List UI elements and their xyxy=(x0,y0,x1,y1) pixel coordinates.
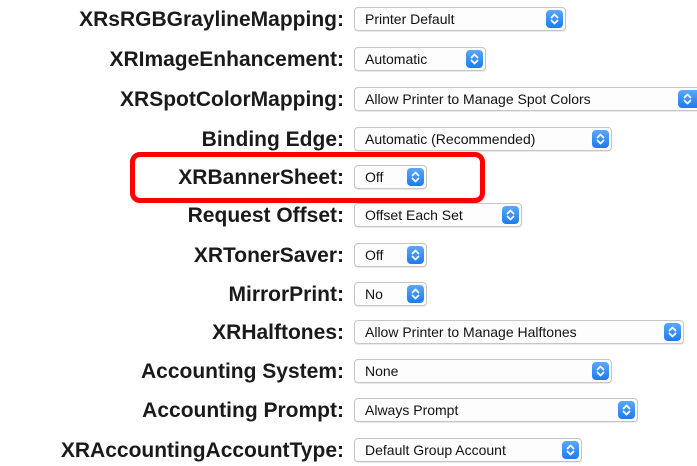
row-spot-color-mapping: XRSpotColorMapping: Allow Printer to Man… xyxy=(0,85,697,115)
image-enhancement-popup[interactable]: Automatic xyxy=(354,47,486,71)
chevron-up-down-icon xyxy=(592,362,609,380)
accounting-system-popup[interactable]: None xyxy=(354,359,612,383)
popup-value: Allow Printer to Manage Halftones xyxy=(365,324,577,340)
accounting-prompt-popup[interactable]: Always Prompt xyxy=(354,398,638,422)
popup-value: Automatic xyxy=(365,51,428,67)
accounting-prompt-label: Accounting Prompt: xyxy=(142,399,344,422)
row-accounting-account-type: XRAccountingAccountType: Default Group A… xyxy=(0,436,697,466)
row-accounting-system: Accounting System: None xyxy=(0,357,697,387)
srgb-grayline-mapping-label: XRsRGBGraylineMapping: xyxy=(79,8,344,31)
chevron-up-down-icon xyxy=(592,130,609,148)
row-halftones: XRHalftones: Allow Printer to Manage Hal… xyxy=(0,318,697,348)
row-srgb-grayline-mapping: XRsRGBGraylineMapping: Printer Default xyxy=(0,5,697,35)
accounting-system-label: Accounting System: xyxy=(140,360,344,383)
popup-value: Allow Printer to Manage Spot Colors xyxy=(365,91,591,107)
halftones-label: XRHalftones: xyxy=(212,321,344,344)
row-request-offset: Request Offset: Offset Each Set xyxy=(0,201,697,231)
chevron-up-down-icon xyxy=(407,285,424,303)
image-enhancement-label: XRImageEnhancement: xyxy=(109,48,344,71)
popup-value: Off xyxy=(365,247,384,263)
row-mirror-print: MirrorPrint: No xyxy=(0,280,697,310)
popup-value: Printer Default xyxy=(365,11,455,27)
popup-value: No xyxy=(365,286,383,302)
spot-color-mapping-popup[interactable]: Allow Printer to Manage Spot Colors xyxy=(354,87,697,111)
chevron-up-down-icon xyxy=(618,401,635,419)
chevron-up-down-icon xyxy=(407,246,424,264)
request-offset-popup[interactable]: Offset Each Set xyxy=(354,203,522,227)
accounting-account-type-popup[interactable]: Default Group Account xyxy=(354,438,582,462)
binding-edge-label: Binding Edge: xyxy=(201,128,344,151)
highlight-box xyxy=(130,152,485,203)
chevron-up-down-icon xyxy=(678,90,697,108)
chevron-up-down-icon xyxy=(502,206,519,224)
toner-saver-popup[interactable]: Off xyxy=(354,243,427,267)
binding-edge-popup[interactable]: Automatic (Recommended) xyxy=(354,127,612,151)
halftones-popup[interactable]: Allow Printer to Manage Halftones xyxy=(354,320,684,344)
accounting-account-type-label: XRAccountingAccountType: xyxy=(60,439,344,462)
row-image-enhancement: XRImageEnhancement: Automatic xyxy=(0,45,697,75)
chevron-up-down-icon xyxy=(664,323,681,341)
mirror-print-popup[interactable]: No xyxy=(354,282,427,306)
mirror-print-label: MirrorPrint: xyxy=(228,283,345,306)
chevron-up-down-icon xyxy=(546,10,563,28)
popup-value: Offset Each Set xyxy=(365,207,463,223)
srgb-grayline-mapping-popup[interactable]: Printer Default xyxy=(354,7,566,31)
request-offset-label: Request Offset: xyxy=(187,204,344,227)
toner-saver-label: XRTonerSaver: xyxy=(193,244,344,267)
row-toner-saver: XRTonerSaver: Off xyxy=(0,241,697,271)
popup-value: Default Group Account xyxy=(365,442,506,458)
popup-value: Always Prompt xyxy=(365,402,459,418)
popup-value: None xyxy=(365,363,399,379)
chevron-up-down-icon xyxy=(562,441,579,459)
spot-color-mapping-label: XRSpotColorMapping: xyxy=(120,88,344,111)
chevron-up-down-icon xyxy=(466,50,483,68)
row-binding-edge: Binding Edge: Automatic (Recommended) xyxy=(0,125,697,155)
popup-value: Automatic (Recommended) xyxy=(365,131,536,147)
row-accounting-prompt: Accounting Prompt: Always Prompt xyxy=(0,396,697,426)
